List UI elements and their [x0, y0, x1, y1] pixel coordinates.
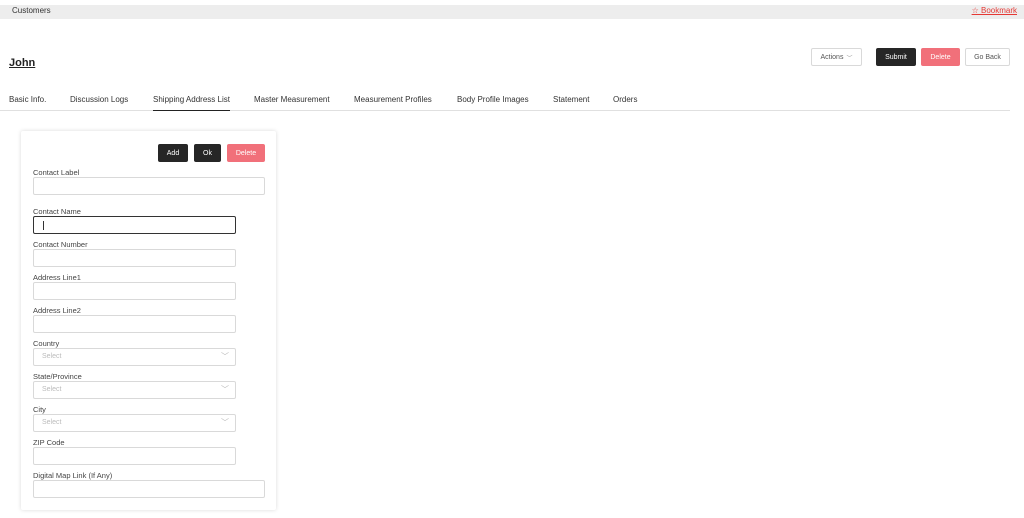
delete-button[interactable]: Delete — [921, 48, 960, 66]
go-back-button[interactable]: Go Back — [965, 48, 1010, 66]
address-line2-input[interactable] — [33, 315, 236, 333]
shipping-address-form: Add Ok Delete Contact Label Contact Name… — [21, 131, 276, 510]
country-label: Country — [33, 339, 60, 348]
city-placeholder: Select — [42, 419, 62, 426]
chevron-down-icon: ﹀ — [846, 55, 853, 62]
bookmark-link[interactable]: ☆ Bookmark — [972, 6, 1017, 15]
state-placeholder: Select — [42, 386, 62, 393]
ok-button[interactable]: Ok — [194, 144, 221, 162]
zip-code-input[interactable] — [33, 447, 236, 465]
tab-basic-info[interactable]: Basic Info. — [9, 95, 46, 111]
tab-body-profile-images[interactable]: Body Profile Images — [457, 95, 529, 111]
text-caret — [43, 221, 44, 230]
zip-code-label: ZIP Code — [33, 438, 65, 447]
country-select[interactable]: Select ﹀ — [33, 348, 236, 366]
city-select[interactable]: Select ﹀ — [33, 414, 236, 432]
country-placeholder: Select — [42, 353, 62, 360]
state-label: State/Province — [33, 372, 82, 381]
tab-bar: Basic Info. Discussion Logs Shipping Add… — [0, 95, 1010, 111]
chevron-down-icon: ﹀ — [221, 418, 229, 427]
chevron-down-icon: ﹀ — [221, 385, 229, 394]
page-title: John — [9, 57, 36, 69]
tab-discussion-logs[interactable]: Discussion Logs — [70, 95, 128, 111]
actions-label: Actions — [820, 53, 844, 61]
contact-label-label: Contact Label — [33, 168, 80, 177]
contact-name-label: Contact Name — [33, 207, 81, 216]
address-line2-label: Address Line2 — [33, 306, 81, 315]
tab-measurement-profiles[interactable]: Measurement Profiles — [354, 95, 432, 111]
contact-label-input[interactable] — [33, 177, 265, 195]
tab-orders[interactable]: Orders — [613, 95, 637, 111]
state-select[interactable]: Select ﹀ — [33, 381, 236, 399]
address-line1-label: Address Line1 — [33, 273, 81, 282]
submit-button[interactable]: Submit — [876, 48, 916, 66]
contact-name-input[interactable] — [33, 216, 236, 234]
city-label: City — [33, 405, 46, 414]
chevron-down-icon: ﹀ — [221, 352, 229, 361]
address-line1-input[interactable] — [33, 282, 236, 300]
contact-number-label: Contact Number — [33, 240, 88, 249]
breadcrumb[interactable]: Customers — [12, 6, 51, 15]
map-link-label: Digital Map Link (If Any) — [33, 471, 113, 480]
map-link-input[interactable] — [33, 480, 265, 498]
actions-dropdown-button[interactable]: Actions ﹀ — [811, 48, 862, 66]
tab-shipping-address-list[interactable]: Shipping Address List — [153, 95, 230, 111]
tab-statement[interactable]: Statement — [553, 95, 589, 111]
top-bar: Customers ☆ Bookmark — [0, 5, 1024, 19]
delete-address-button[interactable]: Delete — [227, 144, 265, 162]
tab-master-measurement[interactable]: Master Measurement — [254, 95, 330, 111]
contact-number-input[interactable] — [33, 249, 236, 267]
add-button[interactable]: Add — [158, 144, 188, 162]
